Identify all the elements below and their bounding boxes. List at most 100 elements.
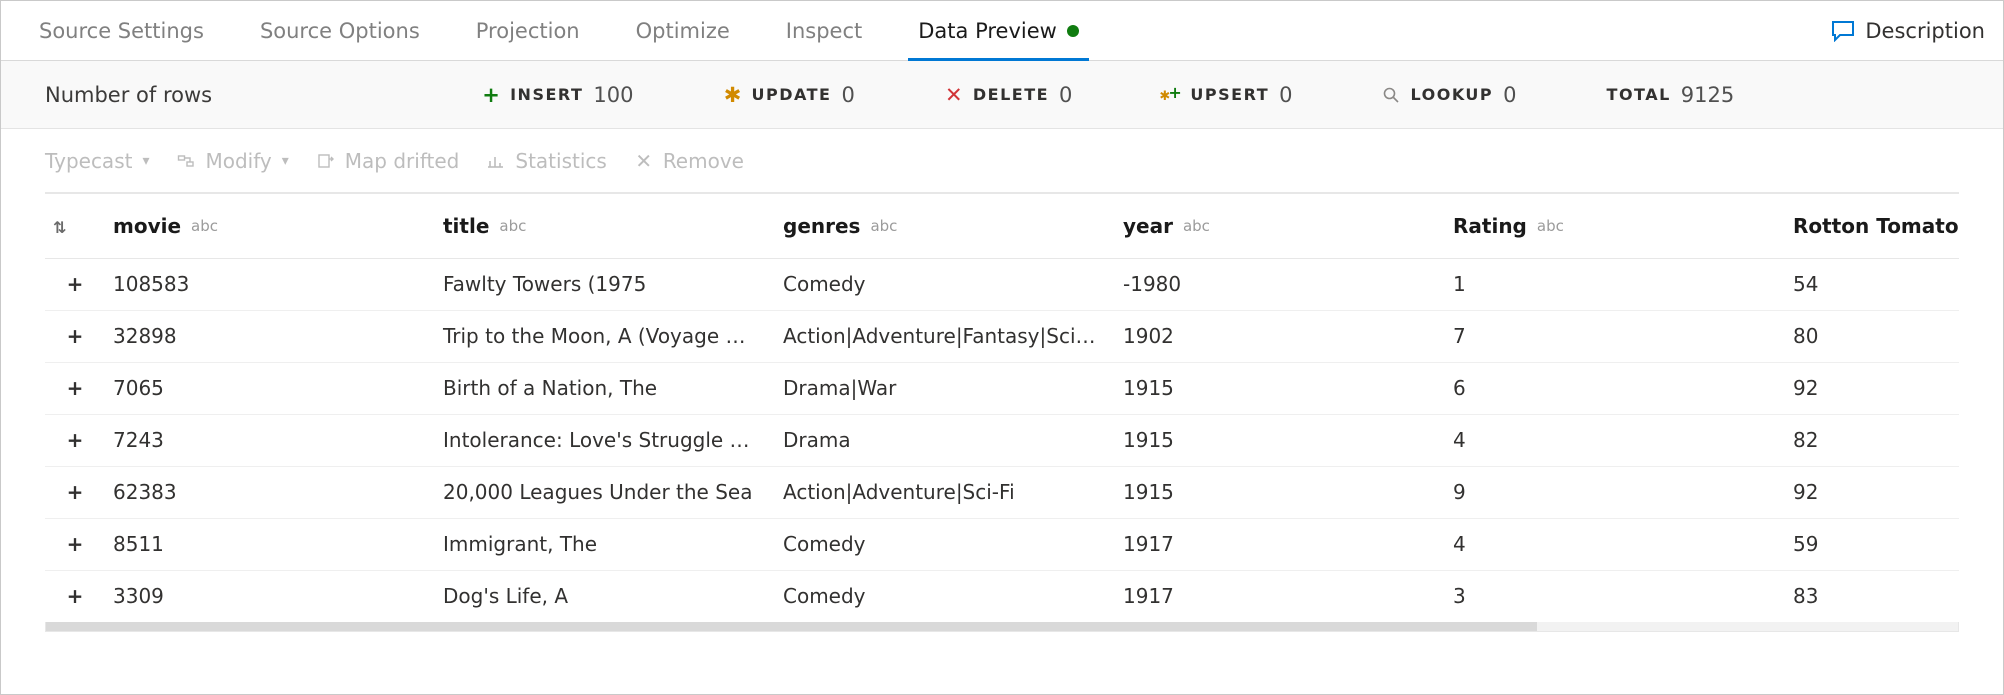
stat-insert: + INSERT 100	[482, 83, 633, 107]
search-icon	[1382, 86, 1400, 104]
app-window: Source Settings Source Options Projectio…	[0, 0, 2004, 695]
cell-genres: Action|Adventure|Fantasy|Sci…	[775, 310, 1115, 362]
cell-title: Immigrant, The	[435, 518, 775, 570]
cell-year: 1915	[1115, 362, 1445, 414]
column-name: Rotton Tomato	[1793, 214, 1959, 238]
column-header-title[interactable]: title abc	[435, 194, 775, 258]
table-row[interactable]: +7065Birth of a Nation, TheDrama|War1915…	[45, 362, 1959, 414]
column-header-year[interactable]: yearabc	[1115, 194, 1445, 258]
remove-button[interactable]: ✕ Remove	[635, 149, 744, 173]
tab-source-options[interactable]: Source Options	[232, 1, 448, 60]
cell-genres: Comedy	[775, 258, 1115, 310]
tab-projection[interactable]: Projection	[448, 1, 608, 60]
cell-genres: Comedy	[775, 570, 1115, 622]
cell-movie: 7243	[105, 414, 435, 466]
typecast-button[interactable]: Typecast ▾	[45, 149, 149, 173]
cell-movie: 8511	[105, 518, 435, 570]
cell-movie: 7065	[105, 362, 435, 414]
table-row[interactable]: +7243Intolerance: Love's Struggle …Drama…	[45, 414, 1959, 466]
cell-year: 1917	[1115, 570, 1445, 622]
tab-inspect[interactable]: Inspect	[758, 1, 890, 60]
modify-icon	[177, 152, 195, 170]
cell-movie: 32898	[105, 310, 435, 362]
tab-label: Source Options	[260, 19, 420, 43]
row-insert-marker: +	[45, 258, 105, 310]
tab-label: Source Settings	[39, 19, 204, 43]
horizontal-scrollbar[interactable]	[45, 622, 1959, 632]
plus-icon: +	[482, 86, 500, 104]
column-name: title	[443, 214, 489, 238]
table-row[interactable]: +3309Dog's Life, AComedy1917383	[45, 570, 1959, 622]
header-row: ⇅movieabctitleabcgenresabcyearabcRatinga…	[45, 194, 1959, 258]
grid-wrap: ⇅movieabctitleabcgenresabcyearabcRatinga…	[45, 193, 1959, 632]
cell-genres: Drama	[775, 414, 1115, 466]
cell-year: 1915	[1115, 466, 1445, 518]
asterisk-icon: ✱	[724, 86, 742, 104]
statistics-button[interactable]: Statistics	[487, 149, 606, 173]
cell-rotton-tomato: 54	[1785, 258, 1959, 310]
tab-label: Inspect	[786, 19, 862, 43]
cell-rotton-tomato: 92	[1785, 362, 1959, 414]
table-row[interactable]: +32898Trip to the Moon, A (Voyage …Actio…	[45, 310, 1959, 362]
cell-movie: 3309	[105, 570, 435, 622]
chevron-down-icon: ▾	[142, 153, 149, 169]
tab-label: Projection	[476, 19, 580, 43]
tab-label: Data Preview	[918, 19, 1057, 43]
cell-rating: 9	[1445, 466, 1785, 518]
cell-genres: Action|Adventure|Sci-Fi	[775, 466, 1115, 518]
table-row[interactable]: +108583Fawlty Towers (1975Comedy-1980154	[45, 258, 1959, 310]
column-header-movie[interactable]: movieabc	[105, 194, 435, 258]
column-header-genres[interactable]: genres abc	[775, 194, 1115, 258]
column-type: abc	[870, 217, 897, 235]
cell-year: -1980	[1115, 258, 1445, 310]
scrollbar-thumb[interactable]	[46, 622, 1537, 631]
row-insert-marker: +	[45, 466, 105, 518]
column-header-rating[interactable]: Rating abc	[1445, 194, 1785, 258]
cell-rotton-tomato: 92	[1785, 466, 1959, 518]
tab-label: Optimize	[636, 19, 730, 43]
column-type: abc	[499, 217, 526, 235]
stat-lookup: LOOKUP 0	[1382, 83, 1516, 107]
description-button[interactable]: Description	[1803, 19, 1993, 43]
column-type: abc	[1183, 217, 1210, 235]
tab-source-settings[interactable]: Source Settings	[11, 1, 232, 60]
column-name: genres	[783, 214, 860, 238]
map-icon	[317, 152, 335, 170]
column-name: movie	[113, 214, 181, 238]
row-insert-marker: +	[45, 310, 105, 362]
cell-rating: 3	[1445, 570, 1785, 622]
description-label: Description	[1865, 19, 1985, 43]
stats-bar: Number of rows + INSERT 100 ✱ UPDATE 0 ✕…	[1, 61, 2003, 129]
map-drifted-button[interactable]: Map drifted	[317, 149, 460, 173]
stat-total: TOTAL 9125	[1607, 83, 1735, 107]
cell-movie: 62383	[105, 466, 435, 518]
column-name: year	[1123, 214, 1173, 238]
stat-update: ✱ UPDATE 0	[724, 83, 855, 107]
cell-rating: 4	[1445, 518, 1785, 570]
tab-optimize[interactable]: Optimize	[608, 1, 758, 60]
table-row[interactable]: +8511Immigrant, TheComedy1917459	[45, 518, 1959, 570]
cell-year: 1915	[1115, 414, 1445, 466]
cell-rating: 6	[1445, 362, 1785, 414]
stats-icon	[487, 152, 505, 170]
cell-rotton-tomato: 80	[1785, 310, 1959, 362]
sort-column[interactable]: ⇅	[45, 194, 105, 258]
table-row[interactable]: +6238320,000 Leagues Under the SeaAction…	[45, 466, 1959, 518]
modify-button[interactable]: Modify ▾	[177, 149, 288, 173]
cell-rotton-tomato: 59	[1785, 518, 1959, 570]
cell-title: Fawlty Towers (1975	[435, 258, 775, 310]
tab-data-preview[interactable]: Data Preview	[890, 1, 1107, 60]
cell-rotton-tomato: 82	[1785, 414, 1959, 466]
x-icon: ✕	[945, 86, 963, 104]
cell-year: 1917	[1115, 518, 1445, 570]
toolbar: Typecast ▾ Modify ▾ Map drifted	[45, 129, 1959, 193]
cell-title: Birth of a Nation, The	[435, 362, 775, 414]
cell-rotton-tomato: 83	[1785, 570, 1959, 622]
tab-bar: Source Settings Source Options Projectio…	[1, 1, 2003, 61]
row-insert-marker: +	[45, 362, 105, 414]
column-header-rotton-tomato[interactable]: Rotton Tomatoabc	[1785, 194, 1959, 258]
rows-label: Number of rows	[45, 83, 212, 107]
column-name: Rating	[1453, 214, 1527, 238]
stat-upsert: ✱ + UPSERT 0	[1162, 83, 1292, 107]
column-type: abc	[1537, 217, 1564, 235]
